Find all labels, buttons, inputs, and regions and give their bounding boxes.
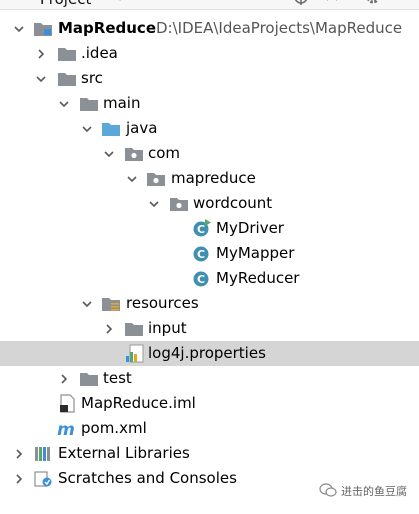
module-folder-icon [33, 19, 53, 38]
chevron-down-icon[interactable] [79, 116, 95, 141]
properties-file-icon [124, 344, 144, 363]
tree-node-main[interactable]: main [0, 91, 419, 116]
watermark: 进击的鱼豆腐 [319, 480, 407, 502]
package-icon [146, 169, 166, 188]
input-folder-label: input [148, 319, 187, 337]
project-view-title[interactable]: Project [40, 0, 91, 8]
external-libraries-label: External Libraries [58, 444, 190, 462]
mydriver-class-label: MyDriver [216, 219, 284, 237]
svg-text:C: C [197, 248, 205, 261]
resources-folder-label: resources [126, 294, 199, 312]
chevron-right-icon[interactable] [11, 466, 27, 491]
tree-node-java[interactable]: java [0, 116, 419, 141]
iml-file-label: MapReduce.iml [81, 394, 196, 412]
tree-node-myreducer[interactable]: C MyReducer [0, 266, 419, 291]
folder-icon [79, 94, 99, 113]
java-class-runnable-icon: C [191, 219, 211, 238]
tree-node-mydriver[interactable]: C MyDriver [0, 216, 419, 241]
wechat-icon [319, 482, 337, 501]
java-class-icon: C [191, 269, 211, 288]
tree-node-external-libraries[interactable]: External Libraries [0, 441, 419, 466]
project-name: MapReduce [58, 19, 156, 37]
project-tool-window-header: Project ▾ [0, 0, 419, 10]
folder-icon [57, 69, 77, 88]
package-icon [169, 194, 189, 213]
tree-node-input[interactable]: input [0, 316, 419, 341]
svg-text:C: C [197, 223, 205, 236]
tree-node-mymapper[interactable]: C MyMapper [0, 241, 419, 266]
folder-icon [57, 44, 77, 63]
scratches-icon [33, 469, 53, 488]
chevron-right-icon[interactable] [33, 41, 49, 66]
main-folder-label: main [103, 94, 141, 112]
svg-text:C: C [197, 273, 205, 286]
test-folder-label: test [103, 369, 132, 387]
package-icon [124, 144, 144, 163]
log4j-file-label: log4j.properties [148, 344, 266, 362]
src-folder-label: src [81, 69, 103, 87]
tree-node-pom-xml[interactable]: m pom.xml [0, 416, 419, 441]
chevron-down-icon[interactable] [146, 191, 162, 216]
com-package-label: com [148, 144, 181, 162]
iml-file-icon [57, 394, 77, 413]
mapreduce-package-label: mapreduce [171, 169, 256, 187]
folder-icon [124, 319, 144, 338]
chevron-down-icon[interactable] [11, 16, 27, 41]
resources-folder-icon [101, 294, 121, 313]
tree-node-resources[interactable]: resources [0, 291, 419, 316]
tree-node-project-root[interactable]: MapReduce D:\IDEA\IdeaProjects\MapReduce [0, 16, 419, 41]
tree-node-com[interactable]: com [0, 141, 419, 166]
chevron-right-icon[interactable] [56, 366, 72, 391]
java-class-icon: C [191, 244, 211, 263]
scratches-label: Scratches and Consoles [58, 469, 237, 487]
chevron-down-icon[interactable] [101, 141, 117, 166]
maven-icon: m [56, 419, 76, 438]
chevron-down-icon[interactable] [56, 91, 72, 116]
mymapper-class-label: MyMapper [216, 244, 295, 262]
collapse-all-icon[interactable] [323, 0, 341, 6]
tree-node-test[interactable]: test [0, 366, 419, 391]
myreducer-class-label: MyReducer [216, 269, 300, 287]
tree-node-wordcount[interactable]: wordcount [0, 191, 419, 216]
chevron-down-icon[interactable] [124, 166, 140, 191]
chevron-right-icon[interactable] [101, 316, 117, 341]
gear-icon[interactable] [364, 0, 382, 6]
tree-node-mapreduce[interactable]: mapreduce [0, 166, 419, 191]
pom-file-label: pom.xml [81, 419, 147, 437]
svg-text:m: m [57, 420, 75, 438]
project-path: D:\IDEA\IdeaProjects\MapReduce [156, 19, 403, 37]
java-folder-label: java [126, 119, 158, 137]
tree-node-iml-file[interactable]: MapReduce.iml [0, 391, 419, 416]
tree-node-idea[interactable]: .idea [0, 41, 419, 66]
idea-folder-label: .idea [81, 44, 118, 62]
source-folder-icon [101, 119, 121, 138]
wordcount-package-label: wordcount [193, 194, 273, 212]
watermark-text: 进击的鱼豆腐 [341, 485, 407, 498]
tree-node-log4j-properties[interactable]: log4j.properties [0, 341, 419, 366]
target-icon[interactable] [292, 0, 310, 6]
chevron-down-icon[interactable]: ▾ [117, 0, 123, 4]
libraries-icon [33, 444, 53, 463]
chevron-down-icon[interactable] [79, 291, 95, 316]
tree-node-src[interactable]: src [0, 66, 419, 91]
chevron-right-icon[interactable] [11, 441, 27, 466]
folder-icon [79, 369, 99, 388]
chevron-down-icon[interactable] [33, 66, 49, 91]
